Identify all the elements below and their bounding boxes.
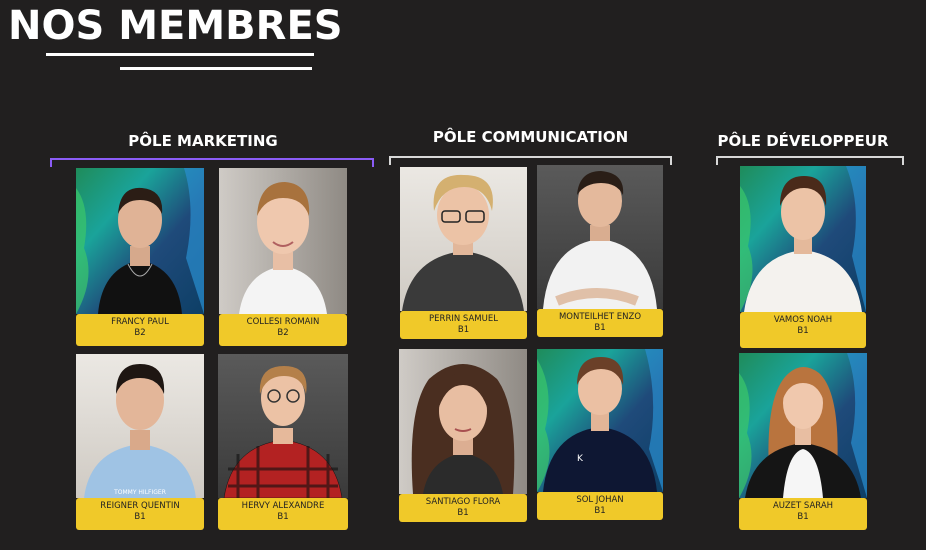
member-year: B1 (457, 508, 469, 518)
pole-marketing-bracket (50, 158, 374, 167)
member-year: B1 (457, 325, 470, 335)
member-year: B1 (594, 323, 606, 333)
member-card: COLLESI ROMAIN B2 (219, 168, 347, 346)
pole-marketing-title: PÔLE MARKETING (128, 132, 278, 150)
member-year: B1 (134, 512, 146, 522)
member-card: K SOL JOHAN B1 (537, 349, 663, 520)
member-name: REIGNER QUENTIN (100, 501, 180, 511)
member-name: VAMOS NOAH (773, 315, 833, 325)
member-card: VAMOS NOAH B1 (740, 166, 866, 348)
member-card: TOMMY HILFIGER REIGNER QUENTIN B1 (76, 354, 204, 530)
member-name: AUZET SARAH (772, 501, 834, 511)
member-photo (537, 165, 663, 309)
member-year: B2 (277, 328, 289, 338)
member-photo (400, 167, 527, 311)
member-nameplate: COLLESI ROMAIN B2 (219, 314, 347, 346)
member-nameplate: SANTIAGO FLORA B1 (399, 494, 527, 522)
member-year: B1 (277, 512, 289, 522)
pole-developpeur-title: PÔLE DÉVELOPPEUR (717, 132, 889, 150)
member-card: FRANCY PAUL B2 (76, 168, 204, 346)
member-year: B1 (797, 326, 809, 336)
member-name: FRANCY PAUL (111, 317, 169, 327)
member-year: B1 (594, 506, 606, 516)
member-card: MONTEILHET ENZO B1 (537, 165, 663, 337)
pole-communication-bracket (389, 156, 672, 165)
member-photo (76, 168, 204, 314)
page-title: NOS MEMBRES (8, 3, 343, 49)
member-photo: TOMMY HILFIGER (76, 354, 204, 498)
member-name: COLLESI ROMAIN (246, 317, 320, 327)
member-year: B2 (134, 328, 146, 338)
pole-communication-title: PÔLE COMMUNICATION (432, 128, 629, 146)
member-photo: K (537, 349, 663, 492)
member-photo (219, 168, 347, 314)
member-name: MONTEILHET ENZO (558, 312, 642, 322)
pole-developpeur-bracket (716, 156, 904, 165)
member-photo (739, 353, 867, 498)
member-nameplate: REIGNER QUENTIN B1 (76, 498, 204, 530)
title-underline-1 (46, 53, 314, 56)
member-name: HERVY ALEXANDRE (241, 501, 325, 511)
member-nameplate: SOL JOHAN B1 (537, 492, 663, 520)
member-name: PERRIN SAMUEL (429, 314, 498, 324)
member-card: SANTIAGO FLORA B1 (399, 349, 527, 522)
member-nameplate: VAMOS NOAH B1 (740, 312, 866, 348)
member-card: AUZET SARAH B1 (739, 353, 867, 530)
member-nameplate: AUZET SARAH B1 (739, 498, 867, 530)
member-photo (399, 349, 527, 494)
member-nameplate: MONTEILHET ENZO B1 (537, 309, 663, 337)
member-nameplate: FRANCY PAUL B2 (76, 314, 204, 346)
member-nameplate: HERVY ALEXANDRE B1 (218, 498, 348, 530)
title-underline-2 (120, 67, 312, 70)
member-card: HERVY ALEXANDRE B1 (218, 354, 348, 530)
member-year: B1 (797, 512, 809, 522)
svg-text:TOMMY HILFIGER: TOMMY HILFIGER (113, 489, 166, 496)
member-nameplate: PERRIN SAMUEL B1 (400, 311, 527, 339)
member-name: SANTIAGO FLORA (425, 497, 501, 507)
member-photo (740, 166, 866, 312)
member-card: PERRIN SAMUEL B1 (400, 167, 527, 339)
member-name: SOL JOHAN (576, 495, 624, 505)
member-photo (218, 354, 348, 498)
